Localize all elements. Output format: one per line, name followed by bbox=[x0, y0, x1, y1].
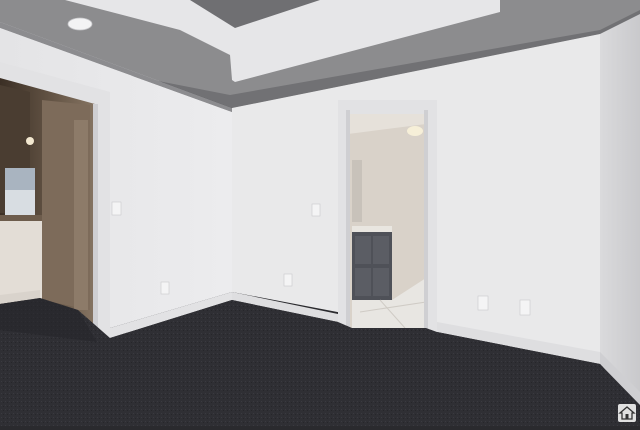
room-illustration bbox=[0, 0, 640, 426]
outlet-right-1 bbox=[477, 295, 489, 311]
closet-light bbox=[26, 137, 34, 145]
outlet-right-2 bbox=[519, 299, 531, 316]
smoke-detector bbox=[67, 17, 93, 31]
light-switch-center bbox=[311, 203, 321, 217]
outlet-center bbox=[283, 273, 293, 287]
room-photo bbox=[0, 0, 640, 426]
outlet-left bbox=[160, 281, 170, 295]
house-icon bbox=[618, 404, 636, 422]
bathroom-light bbox=[407, 126, 423, 136]
light-switch-left bbox=[111, 201, 122, 216]
vanity-top bbox=[352, 226, 392, 232]
